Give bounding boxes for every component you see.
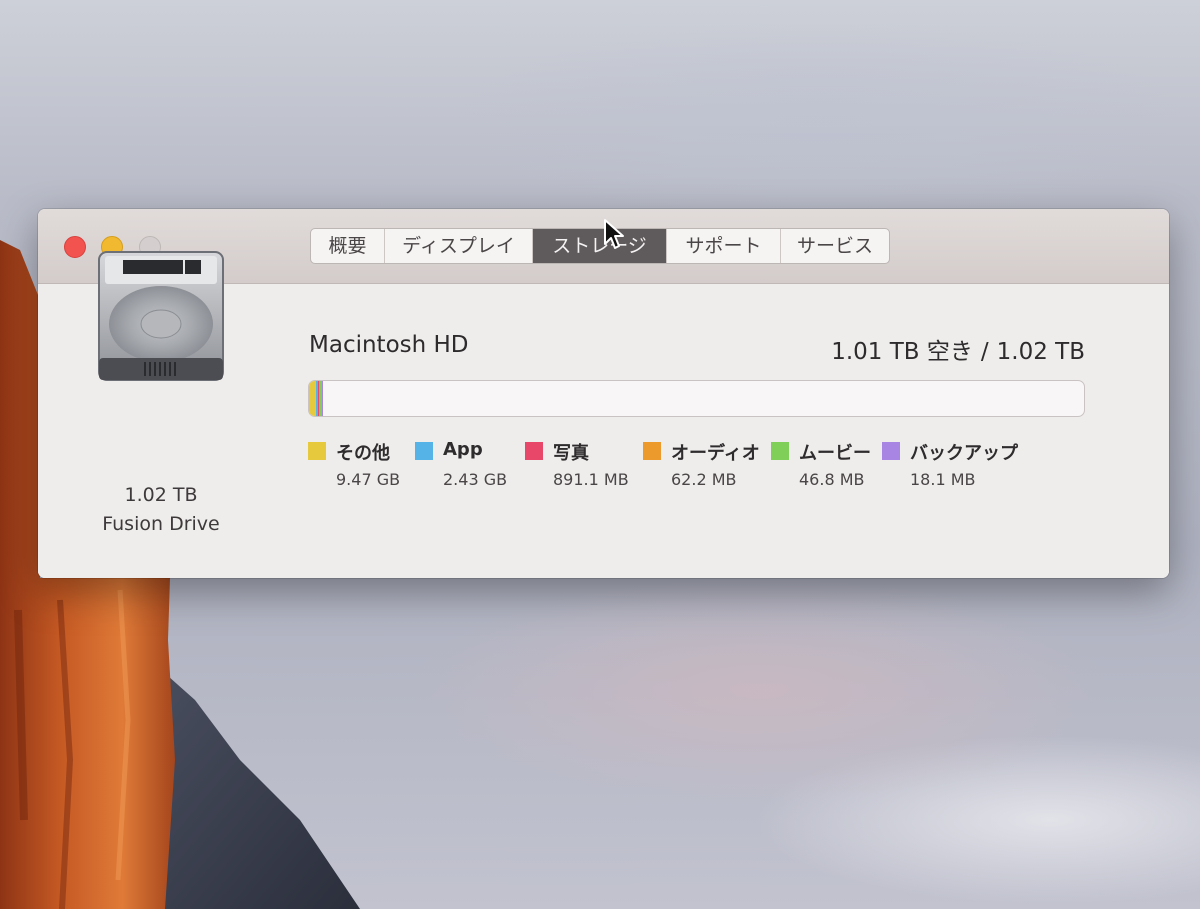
about-this-mac-window: 概要 ディスプレイ ストレージ サポート サービス 1.02 TB Fusion… [38,209,1169,578]
usage-segment-5 [321,381,323,416]
tab-displays[interactable]: ディスプレイ [385,229,533,263]
legend-size: 18.1 MB [910,470,976,489]
legend-category: バックアップ [910,443,1018,464]
close-button[interactable] [64,236,86,258]
legend-swatch [771,442,789,460]
legend-category: App [443,439,483,460]
disk-type-label: Fusion Drive [102,513,220,535]
legend-size: 62.2 MB [671,470,737,489]
legend-category: ムービー [799,443,871,464]
mouse-pointer-icon [604,219,624,249]
legend-size: 9.47 GB [336,470,401,489]
free-separator: / [980,339,989,365]
legend-size: 2.43 GB [443,470,508,489]
legend-category: オーディオ [671,443,760,464]
tab-overview[interactable]: 概要 [311,229,385,263]
legend-size: 46.8 MB [799,470,865,489]
volume-name: Macintosh HD [309,332,469,358]
tab-bar: 概要 ディスプレイ ストレージ サポート サービス [310,228,890,264]
hard-drive-icon [98,251,224,381]
legend-size: 891.1 MB [553,470,629,489]
legend-swatch [643,442,661,460]
usage-segment-0 [309,381,317,416]
legend-swatch [882,442,900,460]
legend-swatch [415,442,433,460]
legend-swatch [525,442,543,460]
storage-usage-bar [308,380,1085,417]
total-space: 1.02 TB [996,339,1085,365]
legend-swatch [308,442,326,460]
disk-capacity: 1.02 TB [124,484,198,506]
legend-category: 写真 [553,443,589,464]
tab-storage[interactable]: ストレージ [533,229,667,263]
legend-category: その他 [336,443,390,464]
tab-service[interactable]: サービス [781,229,889,263]
tab-support[interactable]: サポート [667,229,781,263]
free-space: 1.01 TB 空き [831,339,973,365]
volume-free-space: 1.01 TB 空き / 1.02 TB [831,332,1085,366]
